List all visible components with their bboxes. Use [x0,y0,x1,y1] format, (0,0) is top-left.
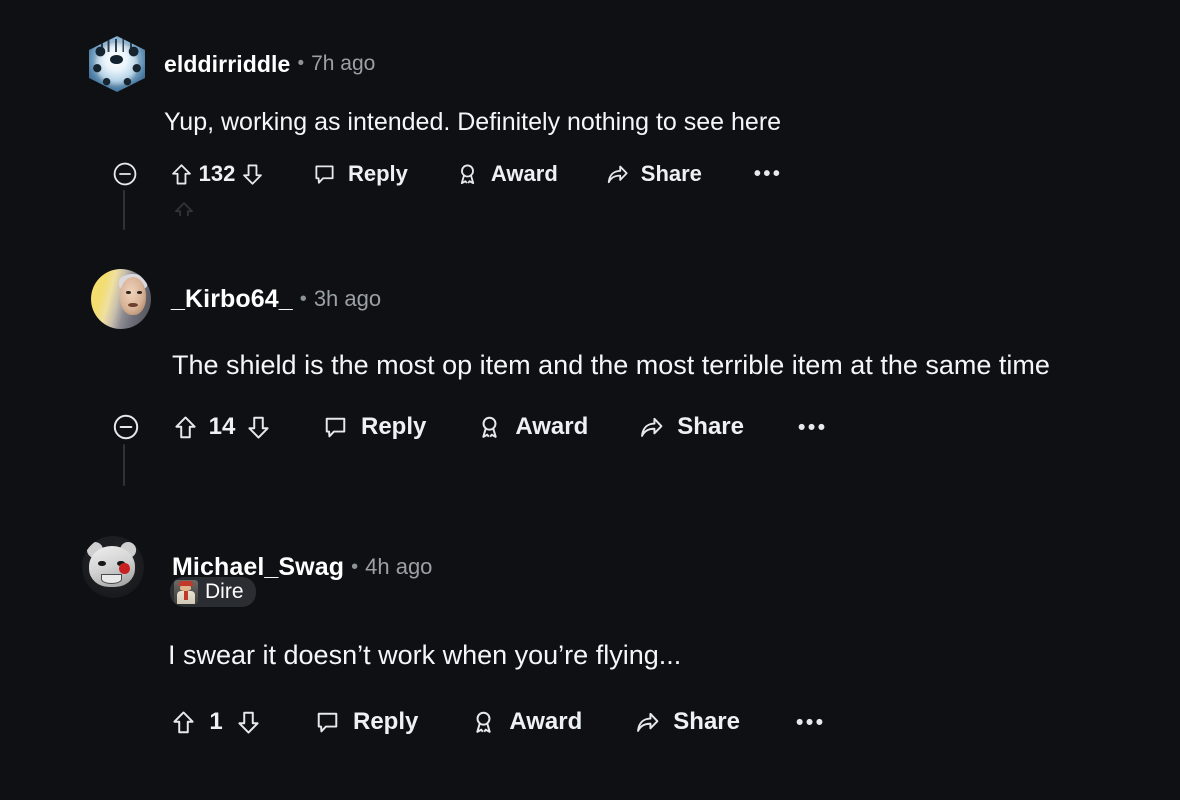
downvote-arrow-icon [238,711,259,733]
more-options-button[interactable]: ••• [754,164,783,184]
award-label: Award [515,413,589,440]
award-ribbon-icon [476,711,492,733]
comment-item: elddirriddle • 7h ago Yup, working as in… [0,0,1180,240]
collapse-button[interactable] [108,157,142,191]
avatar-image-detail [125,290,132,294]
share-label: Share [640,161,702,186]
share-arrow-icon [607,165,628,183]
upvote-arrow-icon [172,163,191,184]
flair-icon-detail [180,584,192,592]
downvote-arrow-icon [243,164,262,185]
downvote-button[interactable] [245,414,272,441]
upvote-arrow-icon [175,416,196,438]
downvote-button[interactable] [235,709,262,736]
comment-author[interactable]: _Kirbo64_ [171,285,293,314]
vote-group: 132 [169,161,265,187]
upvote-arrow-icon [175,202,193,216]
comment-author[interactable]: elddirriddle [164,51,290,78]
upvote-button[interactable] [172,414,199,441]
upvote-button[interactable] [170,709,197,736]
comment-body: I swear it doesn’t work when you’re flyi… [168,640,682,670]
share-button[interactable]: Share [634,708,740,736]
vote-count: 132 [198,161,236,186]
comment-item: Michael_Swag • 4h ago Dire I swear it do… [0,520,1180,780]
share-button[interactable]: Share [638,413,744,441]
collapse-button[interactable] [108,409,144,445]
upvote-button[interactable] [169,162,194,187]
award-label: Award [490,161,558,186]
separator-dot: • [299,287,307,310]
share-button[interactable]: Share [605,161,702,187]
separator-dot: • [297,53,305,74]
avatar-image-detail [119,563,130,574]
vote-count: 14 [208,413,236,440]
flair-label: Dire [205,580,244,603]
separator-dot: • [351,555,359,578]
avatar-image-detail [110,55,123,64]
more-options-button[interactable]: ••• [798,417,828,438]
reply-label: Reply [353,708,419,735]
vote-count: 1 [209,708,223,735]
award-button[interactable]: Award [476,413,588,441]
thread-line[interactable] [123,444,125,486]
vote-group: 14 [172,413,272,441]
comment-header: Michael_Swag • 4h ago [82,536,432,598]
collapsed-child-comment-peek [172,200,198,216]
reply-label: Reply [348,161,408,186]
avatar-image-detail [100,537,115,546]
comment-bubble-icon [317,712,338,732]
flair-character-icon [174,580,198,604]
comment-timestamp: 7h ago [311,52,376,75]
vote-group: 1 [170,708,262,736]
comment-bubble-icon [325,417,346,437]
comment-body: The shield is the most op item and the m… [172,350,1050,380]
award-ribbon-icon [482,416,498,438]
avatar-image-detail [136,290,142,294]
award-button[interactable]: Award [470,708,582,736]
reply-label: Reply [361,413,427,440]
reply-button[interactable]: Reply [322,413,426,441]
reply-button[interactable]: Reply [312,161,408,187]
share-label: Share [677,413,744,440]
comment-action-bar: 14 Reply Award Share ••• [108,409,828,445]
flair-icon-detail [178,581,193,586]
share-arrow-icon [641,417,663,437]
share-label: Share [673,708,740,735]
comment-action-bar: 132 Reply Award Share ••• [108,157,782,191]
share-arrow-icon [637,712,659,732]
award-button[interactable]: Award [455,161,558,187]
comment-timestamp: 4h ago [365,554,433,579]
comment-timestamp: 3h ago [313,286,382,311]
avatar[interactable] [82,536,144,598]
comment-bubble-icon [315,164,334,184]
collapse-minus-circle-icon [113,414,139,440]
avatar-image-detail [119,277,147,315]
award-label: Award [509,708,583,735]
collapse-minus-circle-icon [113,162,137,186]
comment-header: _Kirbo64_ • 3h ago [91,269,381,329]
thread-line[interactable] [123,190,125,230]
comment-item: _Kirbo64_ • 3h ago The shield is the mos… [0,250,1180,490]
more-options-button[interactable]: ••• [796,712,826,733]
upvote-arrow-icon [173,711,194,733]
downvote-arrow-icon [248,416,269,438]
downvote-button[interactable] [240,162,265,187]
avatar[interactable] [91,269,151,329]
avatar[interactable] [89,36,145,92]
comment-body: Yup, working as intended. Definitely not… [164,108,782,136]
avatar-image-detail [97,39,137,52]
comment-header: elddirriddle • 7h ago [89,36,375,92]
author-flair[interactable]: Dire [170,577,256,607]
comment-thread-page: elddirriddle • 7h ago Yup, working as in… [0,0,1180,800]
flair-icon-detail [184,590,188,601]
reply-button[interactable]: Reply [314,708,418,736]
comment-action-bar: 1 Reply Award Share ••• [170,708,826,736]
award-ribbon-icon [460,164,475,184]
